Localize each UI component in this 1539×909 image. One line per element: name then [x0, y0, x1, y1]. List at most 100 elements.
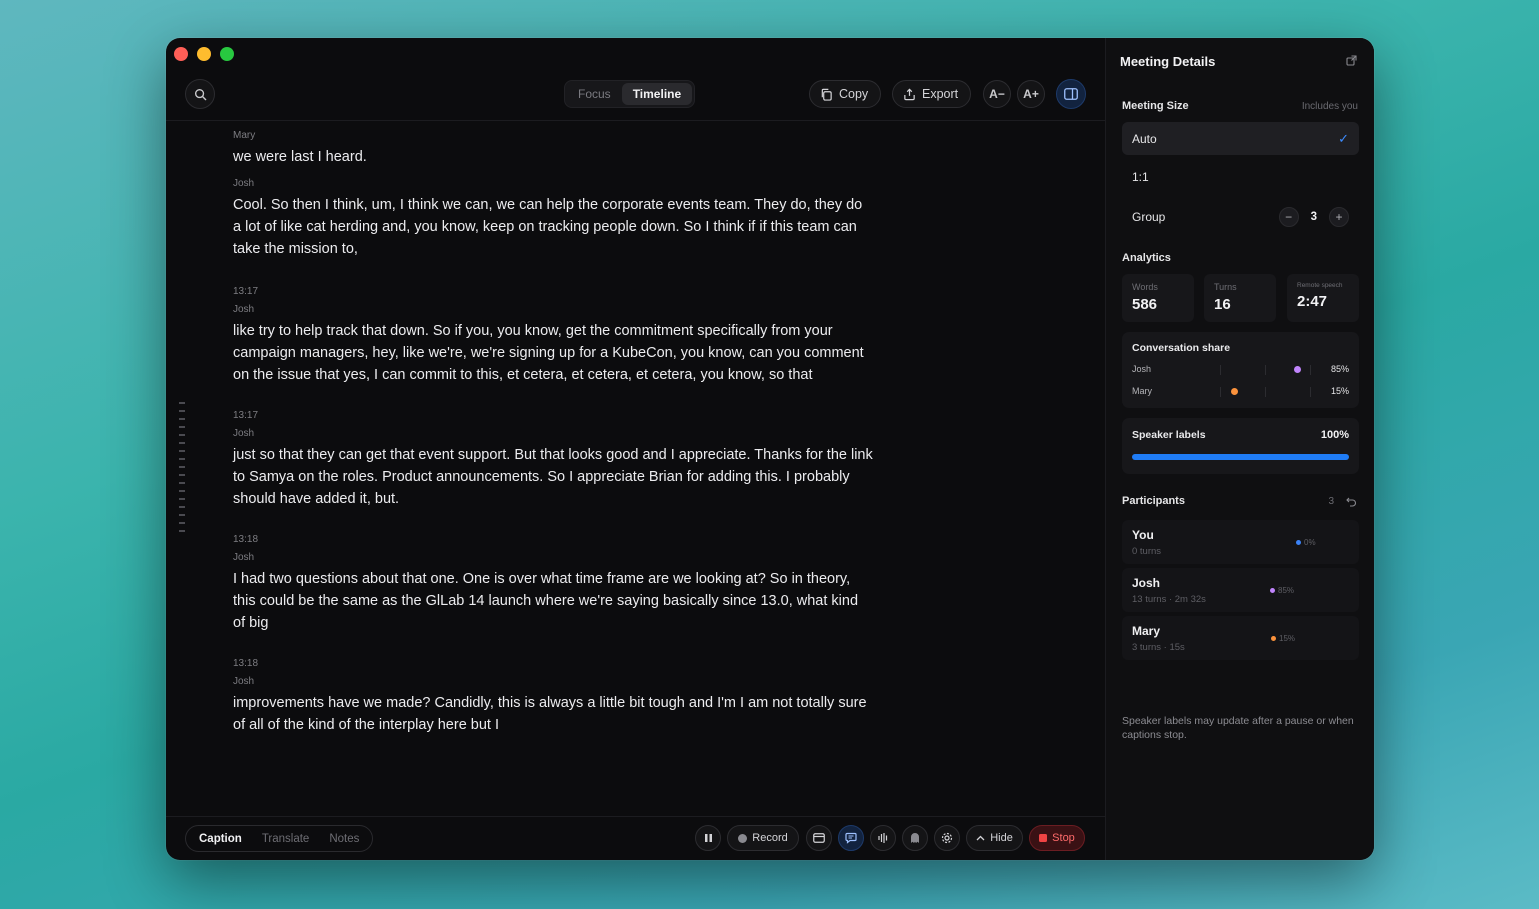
stat-remote-speech: Remote speech 2:47 — [1287, 274, 1359, 322]
reset-participants-button[interactable] — [1346, 494, 1357, 512]
share-percent: 85% — [1330, 364, 1349, 374]
popout-button[interactable] — [1346, 55, 1357, 69]
participant-turns: 0 turns — [1132, 546, 1162, 557]
participant-share: 85% — [1270, 586, 1294, 595]
scroll-ruler[interactable] — [179, 402, 187, 538]
share-name: Mary — [1132, 386, 1152, 396]
stop-label: Stop — [1052, 832, 1075, 844]
search-button[interactable] — [185, 79, 215, 109]
transcript-entry: Josh Cool. So then I think, um, I think … — [233, 174, 873, 260]
tab-focus[interactable]: Focus — [567, 83, 622, 105]
share-dot — [1293, 366, 1301, 373]
progress-fill — [1132, 454, 1349, 460]
stat-label: Words — [1132, 282, 1158, 292]
stat-value: 16 — [1214, 296, 1231, 313]
option-label: Auto — [1132, 131, 1157, 146]
share-name: Josh — [1132, 364, 1152, 374]
speaker-labels-card: Speaker labels 100% — [1122, 418, 1359, 474]
settings-button[interactable] — [934, 825, 960, 851]
ghost-mode-button[interactable] — [902, 825, 928, 851]
timestamp: 13:17 — [233, 410, 259, 421]
participant-share: 0% — [1296, 538, 1316, 547]
utterance-text: just so that they can get that event sup… — [233, 447, 873, 507]
tab-caption[interactable]: Caption — [189, 833, 252, 845]
copy-label: Copy — [839, 87, 869, 101]
option-label: 1:1 — [1132, 169, 1149, 184]
speaker-name: Josh — [233, 304, 255, 315]
tab-timeline[interactable]: Timeline — [621, 83, 693, 105]
search-icon — [194, 88, 206, 100]
export-button[interactable]: Export — [892, 80, 971, 108]
share-percent: 15% — [1330, 386, 1349, 396]
participant-turns: 13 turns · 2m 32s — [1132, 594, 1206, 605]
transcript-entry: 13:17 Josh just so that they can get tha… — [233, 408, 873, 510]
utterance-text: improvements have we made? Candidly, thi… — [233, 695, 867, 733]
speaker-labels-progress — [1132, 454, 1349, 460]
top-toolbar: Focus Timeline Copy Export A− A+ — [166, 78, 1105, 120]
transcript-entry: 13:17 Josh like try to help track that d… — [233, 284, 873, 386]
meeting-size-group[interactable]: Group − 3 + — [1122, 200, 1359, 233]
export-icon — [904, 88, 915, 100]
participant-row[interactable]: You 0 turns 0% — [1122, 520, 1359, 564]
transcript-list: Mary we were last I heard. Josh Cool. So… — [233, 126, 873, 736]
share-row-mary: Mary 15% — [1132, 386, 1349, 400]
utterance-text: we were last I heard. — [233, 149, 367, 165]
audio-waveform-button[interactable] — [870, 825, 896, 851]
pause-icon — [704, 834, 712, 842]
hide-button[interactable]: Hide — [966, 825, 1023, 851]
font-increase-button[interactable]: A+ — [1017, 80, 1045, 108]
meeting-size-auto[interactable]: Auto ✓ — [1122, 122, 1359, 155]
increment-button[interactable]: + — [1329, 206, 1349, 227]
utterance-text: Cool. So then I think, um, I think we ca… — [233, 197, 863, 257]
analytics-label: Analytics — [1122, 252, 1171, 264]
timestamp: 13:17 — [233, 286, 259, 297]
meeting-size-label: Meeting Size — [1122, 100, 1189, 112]
font-decrease-button[interactable]: A− — [983, 80, 1011, 108]
stat-words: Words 586 — [1122, 274, 1194, 322]
tab-notes[interactable]: Notes — [319, 833, 369, 845]
copy-button[interactable]: Copy — [809, 80, 881, 108]
speaker-name: Josh — [233, 428, 255, 439]
option-label: Group — [1132, 209, 1166, 224]
sidebar-icon — [1064, 88, 1078, 100]
caption-window-button[interactable] — [806, 825, 832, 851]
speaker-labels-percent: 100% — [1320, 429, 1349, 441]
stop-button[interactable]: Stop — [1029, 825, 1085, 851]
undo-icon — [1346, 497, 1356, 507]
meeting-size-one-on-one[interactable]: 1:1 — [1122, 160, 1359, 193]
share-row-josh: Josh 85% — [1132, 364, 1349, 378]
participants-count: 3 — [1328, 496, 1334, 507]
chat-bubble-button[interactable] — [838, 825, 864, 851]
decrement-button[interactable]: − — [1278, 206, 1299, 227]
transcript-entry: Mary we were last I heard. — [233, 126, 873, 168]
utterance-text: like try to help track that down. So if … — [233, 323, 864, 383]
record-dot-icon — [738, 833, 748, 843]
transcript-entry: 13:18 Josh I had two questions about tha… — [233, 532, 873, 634]
card-title: Conversation share — [1132, 342, 1231, 354]
chevron-up-icon — [976, 835, 985, 841]
participants-label: Participants — [1122, 495, 1185, 507]
participant-row[interactable]: Mary 3 turns · 15s 15% — [1122, 616, 1359, 660]
pause-button[interactable] — [695, 825, 721, 851]
transcript-pane: Focus Timeline Copy Export A− A+ Mary we… — [166, 38, 1105, 860]
tab-translate[interactable]: Translate — [252, 833, 320, 845]
panel-title: Meeting Details — [1120, 54, 1216, 69]
ghost-icon — [911, 833, 919, 843]
record-button[interactable]: Record — [727, 825, 799, 851]
group-size-value: 3 — [1310, 210, 1317, 223]
gear-icon — [941, 832, 953, 844]
stat-label: Turns — [1214, 282, 1237, 292]
conversation-share-card: Conversation share Josh 85% Mary 15% — [1122, 332, 1359, 408]
transcript-entry: 13:18 Josh improvements have we made? Ca… — [233, 656, 873, 736]
timestamp: 13:18 — [233, 534, 259, 545]
checkmark-icon: ✓ — [1338, 130, 1349, 146]
caption-mode-segmented: Caption Translate Notes — [185, 825, 374, 852]
speaker-name: Josh — [233, 178, 255, 189]
stat-value: 586 — [1132, 296, 1158, 313]
sidebar-toggle-button[interactable] — [1056, 79, 1086, 109]
meeting-details-panel: Meeting Details Meeting Size Includes yo… — [1105, 38, 1374, 860]
participant-row[interactable]: Josh 13 turns · 2m 32s 85% — [1122, 568, 1359, 612]
export-label: Export — [922, 87, 959, 101]
participant-share: 15% — [1271, 634, 1295, 643]
speaker-name: Mary — [233, 130, 256, 141]
